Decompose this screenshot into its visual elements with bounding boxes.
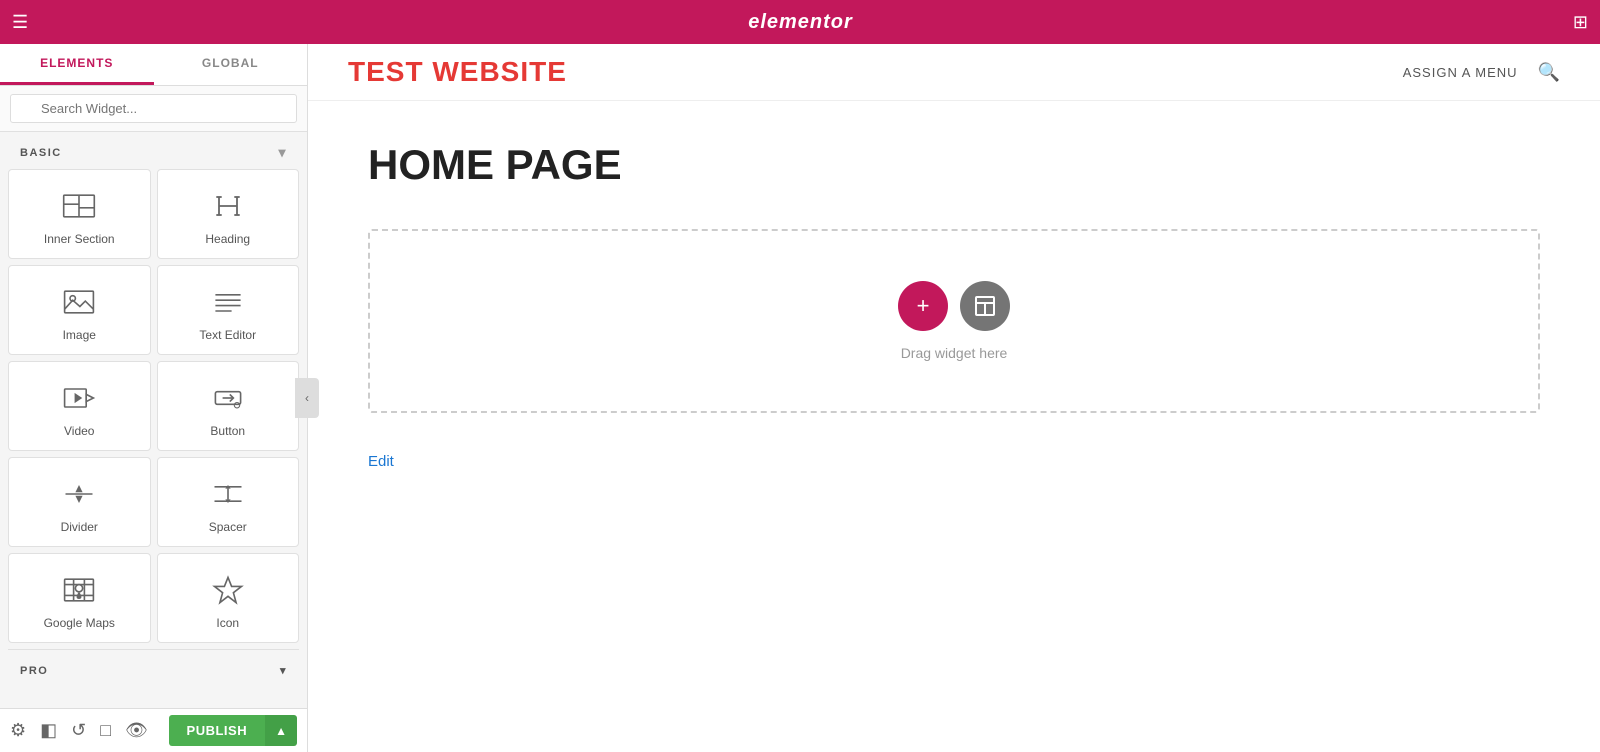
widget-text-editor[interactable]: Text Editor: [157, 265, 300, 355]
sidebar: ELEMENTS GLOBAL BASIC ▾: [0, 44, 308, 752]
page-heading: HOME PAGE: [368, 141, 1540, 189]
widget-icon[interactable]: Icon: [157, 553, 300, 643]
search-box: [0, 86, 307, 132]
video-icon: [61, 380, 97, 416]
settings-icon[interactable]: ⚙: [10, 720, 26, 741]
widget-text-editor-label: Text Editor: [199, 328, 256, 342]
spacer-icon: [210, 476, 246, 512]
layers-icon[interactable]: ◧: [40, 720, 57, 741]
widget-grid-basic: Inner Section Heading: [8, 169, 299, 643]
hamburger-icon[interactable]: ☰: [12, 12, 28, 33]
divider-icon: [61, 476, 97, 512]
widget-image[interactable]: Image: [8, 265, 151, 355]
publish-group: PUBLISH ▲: [169, 715, 297, 746]
widget-divider[interactable]: Divider: [8, 457, 151, 547]
drop-zone: + Drag widget here: [368, 229, 1540, 413]
basic-section-label: BASIC: [20, 147, 62, 159]
widget-spacer[interactable]: Spacer: [157, 457, 300, 547]
widget-divider-label: Divider: [61, 520, 98, 534]
pro-section-label: PRO: [20, 665, 48, 677]
pro-section-header[interactable]: PRO ▾: [8, 656, 299, 685]
widgets-container: BASIC ▾ Inner Section: [0, 132, 307, 708]
google-maps-icon: [61, 572, 97, 608]
widget-inner-section-label: Inner Section: [44, 232, 115, 246]
preview-icon[interactable]: 👁: [125, 720, 148, 741]
image-icon: [61, 284, 97, 320]
publish-dropdown-button[interactable]: ▲: [265, 715, 297, 746]
inner-section-icon: [61, 188, 97, 224]
top-bar: ☰ elementor ⊞: [0, 0, 1600, 44]
search-input[interactable]: [10, 94, 297, 123]
widget-button-label: Button: [210, 424, 245, 438]
edit-link[interactable]: Edit: [368, 453, 394, 470]
tab-global[interactable]: GLOBAL: [154, 44, 308, 85]
canvas-area: TEST WEBSITE ASSIGN A MENU 🔍 HOME PAGE +: [308, 44, 1600, 752]
widget-video-label: Video: [64, 424, 94, 438]
widget-google-maps[interactable]: Google Maps: [8, 553, 151, 643]
pro-section: PRO ▾: [8, 649, 299, 691]
drop-zone-buttons: +: [898, 281, 1010, 331]
widget-heading[interactable]: Heading: [157, 169, 300, 259]
website-header: TEST WEBSITE ASSIGN A MENU 🔍: [308, 44, 1600, 101]
basic-chevron-icon: ▾: [278, 144, 287, 161]
responsive-icon[interactable]: □: [100, 720, 111, 741]
assign-menu-link[interactable]: ASSIGN A MENU: [1403, 65, 1518, 80]
site-title: TEST WEBSITE: [348, 56, 567, 88]
search-wrapper: [10, 94, 297, 123]
sidebar-tabs: ELEMENTS GLOBAL: [0, 44, 307, 86]
widget-google-maps-label: Google Maps: [44, 616, 115, 630]
tab-elements[interactable]: ELEMENTS: [0, 44, 154, 85]
publish-button[interactable]: PUBLISH: [169, 715, 266, 746]
widget-image-label: Image: [63, 328, 96, 342]
sidebar-collapse-handle[interactable]: ‹: [295, 378, 319, 418]
main-layout: ELEMENTS GLOBAL BASIC ▾: [0, 44, 1600, 752]
search-header-icon[interactable]: 🔍: [1538, 62, 1560, 83]
widget-icon-label: Icon: [216, 616, 239, 630]
widget-button[interactable]: Button: [157, 361, 300, 451]
widget-heading-label: Heading: [205, 232, 250, 246]
widget-video[interactable]: Video: [8, 361, 151, 451]
button-icon: [210, 380, 246, 416]
template-icon: [974, 295, 996, 317]
heading-icon: [210, 188, 246, 224]
pro-chevron-icon: ▾: [280, 664, 287, 677]
bottom-toolbar: ⚙ ◧ ↺ □ 👁 PUBLISH ▲: [0, 708, 307, 752]
text-editor-icon: [210, 284, 246, 320]
page-content: HOME PAGE + Drag widget here Edit: [308, 101, 1600, 752]
icon-widget-icon: [210, 572, 246, 608]
drag-hint: Drag widget here: [901, 345, 1008, 361]
history-icon[interactable]: ↺: [71, 720, 86, 741]
add-widget-button[interactable]: +: [898, 281, 948, 331]
elementor-logo: elementor: [748, 11, 853, 34]
basic-section-header[interactable]: BASIC ▾: [8, 136, 299, 169]
grid-icon[interactable]: ⊞: [1573, 12, 1588, 33]
add-template-button[interactable]: [960, 281, 1010, 331]
widget-inner-section[interactable]: Inner Section: [8, 169, 151, 259]
widget-spacer-label: Spacer: [209, 520, 247, 534]
header-actions: ASSIGN A MENU 🔍: [1403, 62, 1560, 83]
